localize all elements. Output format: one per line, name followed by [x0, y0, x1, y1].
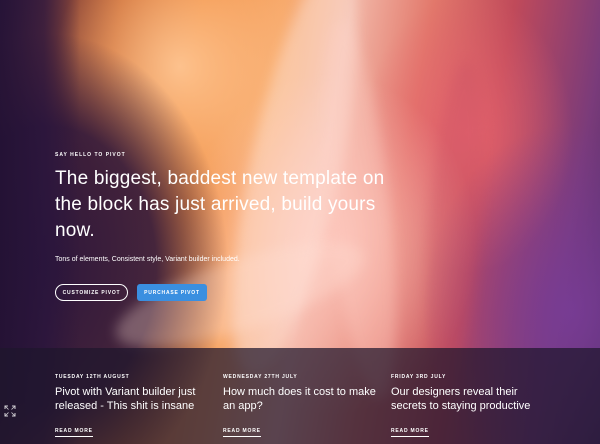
post-title-link[interactable]: Our designers reveal their secrets to st… [391, 385, 551, 413]
read-more-link[interactable]: READ MORE [223, 428, 261, 437]
hero-headline: The biggest, baddest new template on the… [55, 168, 385, 241]
customize-pivot-button[interactable]: CUSTOMIZE PIVOT [55, 284, 128, 301]
expand-icon[interactable] [4, 405, 16, 417]
post-date: WEDNESDAY 27TH JULY [223, 374, 298, 380]
post-title-link[interactable]: Pivot with Variant builder just released… [55, 385, 215, 413]
hero-eyebrow: SAY HELLO TO PIVOT [55, 152, 126, 158]
post-item: FRIDAY 3RD JULY Our designers reveal the… [391, 374, 551, 437]
post-item: TUESDAY 12TH AUGUST Pivot with Variant b… [55, 374, 215, 437]
hero-section: SAY HELLO TO PIVOT The biggest, baddest … [55, 152, 385, 301]
post-item: WEDNESDAY 27TH JULY How much does it cos… [223, 374, 383, 437]
read-more-link[interactable]: READ MORE [55, 428, 93, 437]
canyon-streak [418, 58, 492, 392]
post-date: FRIDAY 3RD JULY [391, 374, 447, 380]
hero-buttons: CUSTOMIZE PIVOT PURCHASE PIVOT [55, 284, 385, 301]
read-more-link[interactable]: READ MORE [391, 428, 429, 437]
post-date: TUESDAY 12TH AUGUST [55, 374, 130, 380]
purchase-pivot-button[interactable]: PURCHASE PIVOT [137, 284, 207, 301]
hero-subtext: Tons of elements, Consistent style, Vari… [55, 256, 240, 263]
recent-posts-bar: TUESDAY 12TH AUGUST Pivot with Variant b… [0, 348, 600, 444]
post-title-link[interactable]: How much does it cost to make an app? [223, 385, 383, 413]
page: SAY HELLO TO PIVOT The biggest, baddest … [0, 0, 600, 444]
